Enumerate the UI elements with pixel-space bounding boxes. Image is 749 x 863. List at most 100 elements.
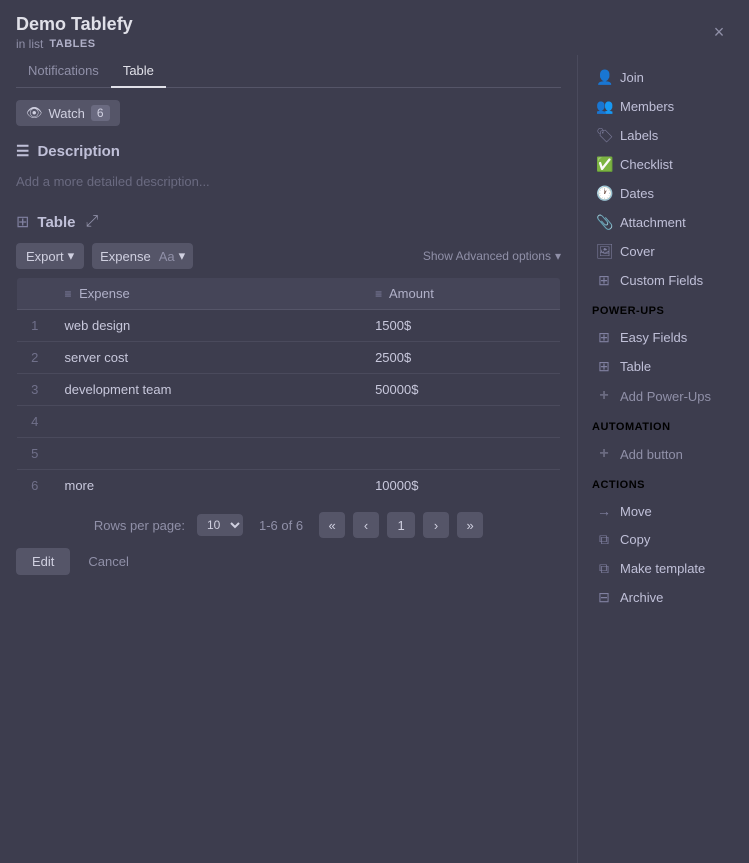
checklist-icon: ✅ <box>596 156 612 173</box>
row-col2-2[interactable]: 2500$ <box>363 342 560 374</box>
row-num-6: 6 <box>17 470 53 502</box>
move-label: Move <box>620 504 652 519</box>
in-list-label: in list <box>16 37 43 51</box>
row-col1-4[interactable] <box>53 406 364 438</box>
row-col2-6[interactable]: 10000$ <box>363 470 560 502</box>
checklist-label: Checklist <box>620 157 673 172</box>
table-header-row: ≡ Expense ≡ Amount <box>17 278 561 310</box>
page-prev-button[interactable]: ‹ <box>353 512 379 538</box>
field-type: Aa <box>159 249 175 264</box>
modal-header: Demo Tablefy in list TABLES × <box>0 0 749 55</box>
cover-icon: 🖼 <box>596 243 612 260</box>
sidebar-item-labels[interactable]: 🏷 Labels <box>588 121 739 150</box>
attachment-icon: 📎 <box>596 214 612 231</box>
tab-notifications[interactable]: Notifications <box>16 55 111 88</box>
sidebar-item-table[interactable]: ⊞ Table <box>588 352 739 381</box>
make-template-icon: ⧉ <box>596 560 612 577</box>
actions-title: Actions <box>588 479 739 491</box>
archive-label: Archive <box>620 590 663 605</box>
easy-fields-label: Easy Fields <box>620 330 687 345</box>
advanced-options[interactable]: Show Advanced options ▾ <box>423 249 561 263</box>
sidebar-item-cover[interactable]: 🖼 Cover <box>588 237 739 266</box>
watch-label: Watch <box>49 106 85 121</box>
row-col2-3[interactable]: 50000$ <box>363 374 560 406</box>
col-expense-label: Expense <box>79 286 130 301</box>
watch-button[interactable]: 👁 Watch 6 <box>16 100 120 126</box>
copy-label: Copy <box>620 532 650 547</box>
row-col1-6[interactable]: more <box>53 470 364 502</box>
description-icon: ☰ <box>16 142 29 160</box>
sidebar-item-make-template[interactable]: ⧉ Make template <box>588 554 739 583</box>
table-row: 5 <box>17 438 561 470</box>
field-select[interactable]: Expense Aa ▾ <box>92 243 193 269</box>
sidebar-item-archive[interactable]: ⊟ Archive <box>588 583 739 612</box>
description-title: Description <box>37 143 120 160</box>
table-section-header: ⊞ Table ⤢ <box>16 211 561 233</box>
row-num-1: 1 <box>17 310 53 342</box>
automation-title: Automation <box>588 421 739 433</box>
modal-body: Notifications Table 👁 Watch 6 ☰ Descript… <box>0 55 749 863</box>
dates-icon: 🕐 <box>596 185 612 202</box>
row-num-header <box>17 278 53 310</box>
row-col2-1[interactable]: 1500$ <box>363 310 560 342</box>
rows-per-page-select[interactable]: 10 20 50 <box>197 514 243 536</box>
dates-label: Dates <box>620 186 654 201</box>
add-button-label: Add button <box>620 447 683 462</box>
page-number-input[interactable] <box>387 512 415 538</box>
sidebar-item-members[interactable]: 👥 Members <box>588 92 739 121</box>
tables-link[interactable]: TABLES <box>49 38 95 50</box>
sidebar-item-custom-fields[interactable]: ⊞ Custom Fields <box>588 266 739 295</box>
page-range: 1-6 of 6 <box>259 518 303 533</box>
tab-table[interactable]: Table <box>111 55 166 88</box>
right-sidebar: 👤 Join 👥 Members 🏷 Labels ✅ Checklist 🕐 … <box>577 55 749 863</box>
row-col1-2[interactable]: server cost <box>53 342 364 374</box>
modal-title: Demo Tablefy <box>16 14 133 35</box>
eye-icon: 👁 <box>26 105 43 121</box>
table-grid-icon: ⊞ <box>16 212 29 232</box>
sidebar-item-dates[interactable]: 🕐 Dates <box>588 179 739 208</box>
row-col2-4[interactable] <box>363 406 560 438</box>
export-chevron-icon: ▾ <box>68 248 75 264</box>
custom-fields-icon: ⊞ <box>596 272 612 289</box>
expand-button[interactable]: ⤢ <box>83 211 100 233</box>
tabs-row: Notifications Table <box>16 55 561 88</box>
sidebar-item-move[interactable]: → Move <box>588 497 739 525</box>
archive-icon: ⊟ <box>596 589 612 606</box>
main-content: Notifications Table 👁 Watch 6 ☰ Descript… <box>0 55 577 863</box>
sidebar-item-easy-fields[interactable]: ⊞ Easy Fields <box>588 323 739 352</box>
power-ups-title: Power-Ups <box>588 305 739 317</box>
person-icon: 👤 <box>596 69 612 86</box>
description-header: ☰ Description <box>16 142 561 160</box>
sidebar-item-checklist[interactable]: ✅ Checklist <box>588 150 739 179</box>
sidebar-item-attachment[interactable]: 📎 Attachment <box>588 208 739 237</box>
page-last-button[interactable]: » <box>457 512 483 538</box>
edit-button[interactable]: Edit <box>16 548 70 575</box>
sidebar-item-copy[interactable]: ⧉ Copy <box>588 525 739 554</box>
table-power-label: Table <box>620 359 651 374</box>
sidebar-item-add-power-ups[interactable]: + Add Power-Ups <box>588 381 739 411</box>
field-name: Expense <box>100 249 151 264</box>
cancel-button[interactable]: Cancel <box>78 548 138 575</box>
description-input[interactable]: Add a more detailed description... <box>16 168 561 195</box>
col-amount-label: Amount <box>389 286 434 301</box>
export-label: Export <box>26 249 64 264</box>
page-first-button[interactable]: « <box>319 512 345 538</box>
table-section-title: Table <box>37 214 75 231</box>
row-col2-5[interactable] <box>363 438 560 470</box>
sidebar-item-add-button[interactable]: + Add button <box>588 439 739 469</box>
export-button[interactable]: Export ▾ <box>16 243 84 269</box>
table-row: 1 web design 1500$ <box>17 310 561 342</box>
advanced-chevron-icon: ▾ <box>555 249 561 263</box>
add-button-icon: + <box>596 445 612 463</box>
modal-subtitle: in list TABLES <box>16 37 133 51</box>
row-col1-3[interactable]: development team <box>53 374 364 406</box>
watch-count: 6 <box>91 105 110 121</box>
row-col1-5[interactable] <box>53 438 364 470</box>
col-amount-header: ≡ Amount <box>363 278 560 310</box>
row-col1-1[interactable]: web design <box>53 310 364 342</box>
field-chevron-icon: ▾ <box>179 248 186 264</box>
sidebar-item-join[interactable]: 👤 Join <box>588 63 739 92</box>
page-next-button[interactable]: › <box>423 512 449 538</box>
close-button[interactable]: × <box>705 19 733 47</box>
members-label: Members <box>620 99 674 114</box>
